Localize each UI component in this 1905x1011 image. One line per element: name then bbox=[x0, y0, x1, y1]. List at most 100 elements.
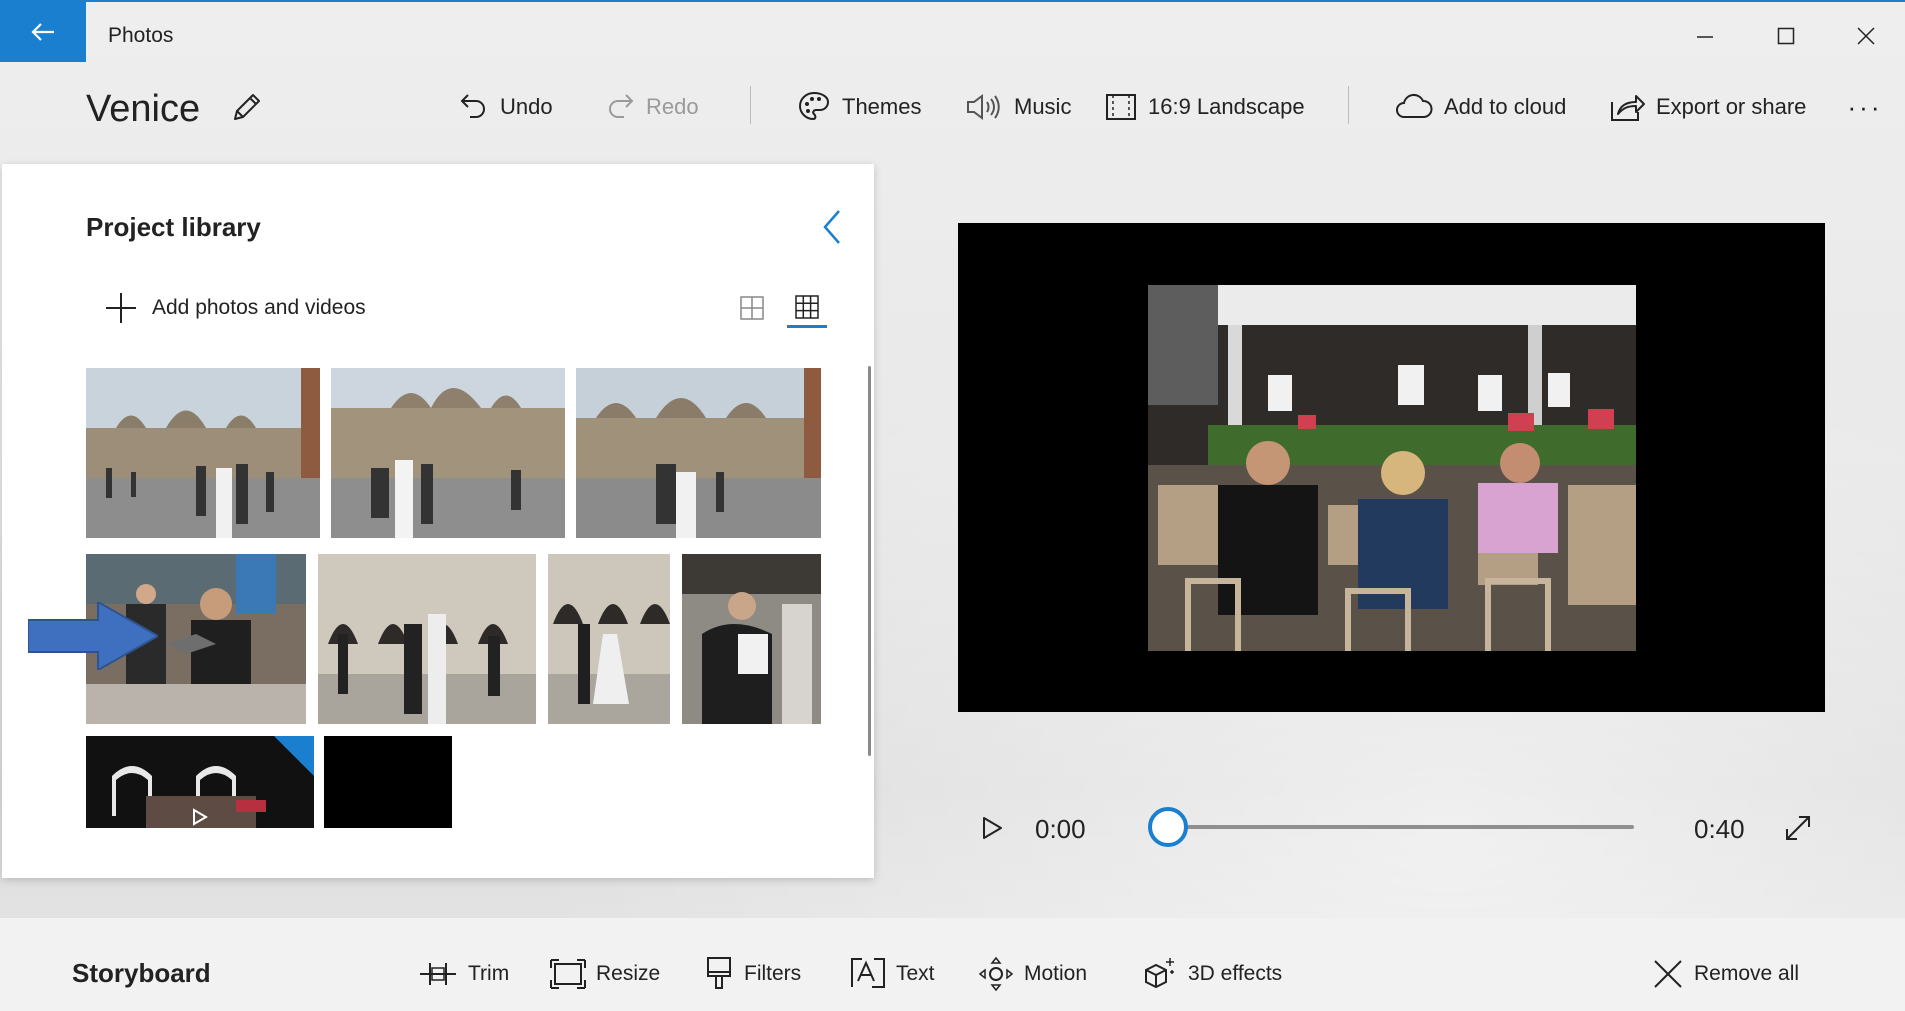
aspect-ratio-icon bbox=[1106, 94, 1136, 120]
trim-button[interactable]: Trim bbox=[418, 954, 509, 994]
app-title: Photos bbox=[108, 24, 174, 47]
basilica-photo bbox=[576, 368, 821, 538]
seek-handle[interactable] bbox=[1148, 807, 1188, 847]
music-button[interactable]: Music bbox=[964, 84, 1071, 130]
trim-icon bbox=[420, 963, 456, 985]
music-label: Music bbox=[1014, 94, 1072, 119]
rename-project-button[interactable] bbox=[224, 84, 270, 130]
preview-frame bbox=[1148, 285, 1636, 651]
cafe-preview-image bbox=[1148, 285, 1636, 651]
play-button[interactable] bbox=[974, 810, 1010, 846]
undo-icon bbox=[460, 94, 485, 118]
toolbar-divider bbox=[750, 86, 751, 124]
resize-icon bbox=[550, 959, 586, 989]
aspect-ratio-button[interactable]: 16:9 Landscape bbox=[1104, 84, 1305, 130]
remove-all-label: Remove all bbox=[1694, 962, 1800, 985]
project-toolbar: Venice Undo Redo Themes Music 16:9 Lands… bbox=[0, 64, 1905, 154]
storyboard-title: Storyboard bbox=[72, 958, 211, 988]
venice-video-clip bbox=[86, 736, 314, 828]
project-title: Venice bbox=[86, 88, 201, 130]
more-options-button[interactable]: ··· bbox=[1840, 84, 1890, 130]
expand-icon bbox=[1786, 816, 1810, 840]
small-grid-icon bbox=[795, 294, 819, 319]
motion-button[interactable]: Motion bbox=[978, 954, 1087, 994]
add-to-cloud-button[interactable]: Add to cloud bbox=[1394, 84, 1566, 130]
maximize-button[interactable] bbox=[1766, 16, 1806, 56]
motion-label: Motion bbox=[1024, 962, 1088, 985]
plus-icon bbox=[106, 293, 136, 323]
right-arrow-marker-icon bbox=[28, 602, 158, 670]
library-thumbnail[interactable] bbox=[548, 554, 670, 724]
back-arrow-icon bbox=[31, 23, 54, 41]
small-grid-view-button[interactable] bbox=[787, 288, 827, 328]
maximize-icon bbox=[1777, 27, 1795, 45]
text-icon bbox=[851, 958, 885, 988]
title-bar: Photos bbox=[0, 2, 1905, 64]
basilica-photo bbox=[331, 368, 565, 538]
back-button[interactable] bbox=[0, 2, 86, 62]
current-time: 0:00 bbox=[1035, 814, 1086, 844]
large-grid-view-button[interactable] bbox=[732, 288, 772, 328]
redo-icon bbox=[609, 94, 634, 118]
resize-label: Resize bbox=[596, 962, 661, 985]
project-library-panel: Project library Add photos and videos bbox=[2, 164, 874, 878]
trim-label: Trim bbox=[468, 962, 510, 985]
arcade-photo bbox=[318, 554, 536, 724]
windy-photo bbox=[682, 554, 821, 724]
library-video-thumbnail[interactable] bbox=[86, 736, 314, 828]
library-thumbnail[interactable] bbox=[318, 554, 536, 724]
redo-button[interactable]: Redo bbox=[604, 84, 699, 130]
library-thumbnail[interactable] bbox=[682, 554, 821, 724]
playback-timeline[interactable] bbox=[1168, 825, 1634, 829]
close-icon bbox=[1857, 27, 1875, 45]
text-button[interactable]: Text bbox=[850, 954, 935, 994]
themes-label: Themes bbox=[842, 94, 922, 119]
pencil-icon bbox=[234, 94, 260, 120]
wedding-photo bbox=[548, 554, 670, 724]
photos-app-window: Photos Venice Undo Redo Themes Music 16:… bbox=[0, 0, 1905, 1011]
text-label: Text bbox=[896, 962, 935, 985]
library-scrollbar[interactable] bbox=[868, 366, 871, 756]
close-x-icon bbox=[1654, 960, 1682, 988]
3d-cube-sparkle-icon bbox=[1145, 958, 1174, 989]
total-time: 0:40 bbox=[1694, 814, 1745, 844]
filters-button[interactable]: Filters bbox=[704, 954, 801, 994]
speaker-icon bbox=[967, 94, 1000, 120]
add-photos-videos-label: Add photos and videos bbox=[152, 296, 366, 319]
library-thumbnail[interactable] bbox=[86, 368, 320, 538]
collapse-library-button[interactable] bbox=[810, 204, 856, 250]
library-black-clip[interactable] bbox=[324, 736, 452, 828]
share-icon bbox=[1611, 95, 1645, 121]
toolbar-divider bbox=[1348, 86, 1349, 124]
undo-label: Undo bbox=[500, 94, 553, 119]
cloud-icon bbox=[1396, 93, 1433, 118]
palette-icon bbox=[798, 91, 830, 121]
add-photos-videos-button[interactable]: Add photos and videos bbox=[104, 288, 366, 328]
play-icon bbox=[983, 817, 1002, 839]
3d-effects-button[interactable]: 3D effects bbox=[1142, 954, 1282, 994]
chevron-left-icon bbox=[823, 210, 840, 244]
3d-effects-label: 3D effects bbox=[1188, 962, 1283, 985]
redo-label: Redo bbox=[646, 94, 699, 119]
filters-label: Filters bbox=[744, 962, 802, 985]
undo-button[interactable]: Undo bbox=[458, 84, 553, 130]
minimize-button[interactable] bbox=[1685, 16, 1725, 56]
resize-button[interactable]: Resize bbox=[550, 954, 660, 994]
storyboard-bar: Storyboard Trim Resize Filters Text Moti… bbox=[0, 918, 1905, 1011]
motion-icon bbox=[978, 956, 1014, 992]
library-thumbnail[interactable] bbox=[576, 368, 821, 538]
export-share-label: Export or share bbox=[1656, 94, 1807, 119]
paint-brush-icon bbox=[707, 957, 731, 989]
library-thumbnail[interactable] bbox=[331, 368, 565, 538]
minimize-icon bbox=[1697, 36, 1713, 38]
large-grid-icon bbox=[740, 296, 764, 320]
fullscreen-button[interactable] bbox=[1778, 808, 1818, 848]
add-to-cloud-label: Add to cloud bbox=[1444, 94, 1567, 119]
aspect-ratio-label: 16:9 Landscape bbox=[1148, 94, 1305, 119]
remove-all-button[interactable]: Remove all bbox=[1652, 954, 1799, 994]
themes-button[interactable]: Themes bbox=[796, 84, 921, 130]
video-preview bbox=[958, 223, 1825, 712]
export-share-button[interactable]: Export or share bbox=[1608, 84, 1806, 130]
close-button[interactable] bbox=[1846, 16, 1886, 56]
basilica-photo bbox=[86, 368, 320, 538]
